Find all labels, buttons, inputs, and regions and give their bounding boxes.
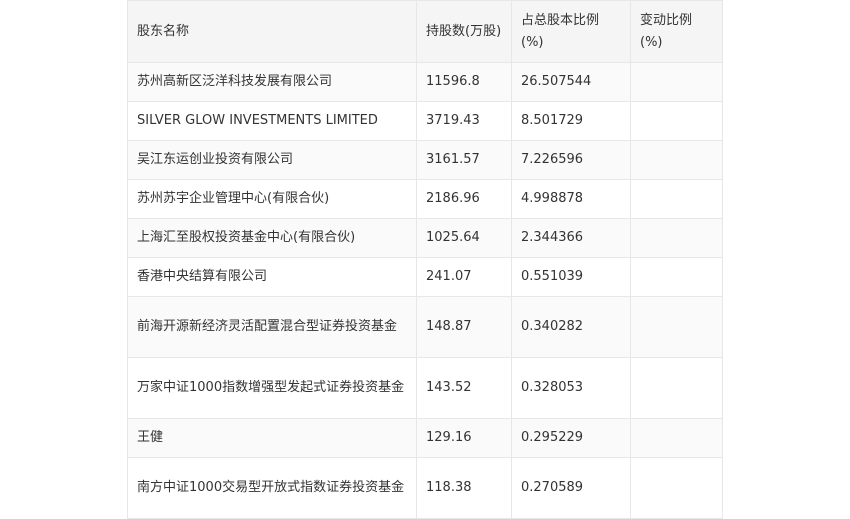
cell-share-ratio: 0.295229 bbox=[511, 418, 631, 458]
cell-share-ratio: 0.551039 bbox=[511, 257, 631, 297]
shareholder-table-container: 股东名称 持股数(万股) 占总股本比例(%) 变动比例(%) 苏州高新区泛洋科技… bbox=[127, 0, 723, 519]
header-shares: 持股数(万股) bbox=[416, 0, 512, 63]
cell-share-ratio: 0.328053 bbox=[511, 357, 631, 419]
cell-shares: 2186.96 bbox=[416, 179, 512, 219]
cell-change-ratio bbox=[630, 357, 723, 419]
cell-share-ratio: 2.344366 bbox=[511, 218, 631, 258]
cell-shareholder-name: 万家中证1000指数增强型发起式证券投资基金 bbox=[127, 357, 417, 419]
cell-shares: 3161.57 bbox=[416, 140, 512, 180]
cell-shares: 1025.64 bbox=[416, 218, 512, 258]
cell-change-ratio bbox=[630, 101, 723, 141]
cell-change-ratio bbox=[630, 418, 723, 458]
cell-shares: 11596.8 bbox=[416, 62, 512, 102]
table-row: 苏州苏宇企业管理中心(有限合伙) 2186.96 4.998878 bbox=[127, 179, 723, 219]
table-row: 万家中证1000指数增强型发起式证券投资基金 143.52 0.328053 bbox=[127, 357, 723, 419]
cell-shareholder-name: 南方中证1000交易型开放式指数证券投资基金 bbox=[127, 457, 417, 519]
cell-shareholder-name: 苏州苏宇企业管理中心(有限合伙) bbox=[127, 179, 417, 219]
cell-share-ratio: 0.270589 bbox=[511, 457, 631, 519]
cell-shares: 143.52 bbox=[416, 357, 512, 419]
header-share-ratio: 占总股本比例(%) bbox=[511, 0, 631, 63]
table-row: 吴江东运创业投资有限公司 3161.57 7.226596 bbox=[127, 140, 723, 180]
cell-change-ratio bbox=[630, 62, 723, 102]
header-row: 股东名称 持股数(万股) 占总股本比例(%) 变动比例(%) bbox=[127, 0, 723, 63]
cell-share-ratio: 8.501729 bbox=[511, 101, 631, 141]
cell-shares: 148.87 bbox=[416, 296, 512, 358]
cell-shareholder-name: 苏州高新区泛洋科技发展有限公司 bbox=[127, 62, 417, 102]
table-row: 香港中央结算有限公司 241.07 0.551039 bbox=[127, 257, 723, 297]
header-change-ratio: 变动比例(%) bbox=[630, 0, 723, 63]
table-row: 王健 129.16 0.295229 bbox=[127, 418, 723, 458]
cell-shares: 241.07 bbox=[416, 257, 512, 297]
cell-shares: 129.16 bbox=[416, 418, 512, 458]
cell-share-ratio: 4.998878 bbox=[511, 179, 631, 219]
cell-shareholder-name: 前海开源新经济灵活配置混合型证券投资基金 bbox=[127, 296, 417, 358]
cell-shareholder-name: 香港中央结算有限公司 bbox=[127, 257, 417, 297]
cell-share-ratio: 7.226596 bbox=[511, 140, 631, 180]
table-row: SILVER GLOW INVESTMENTS LIMITED 3719.43 … bbox=[127, 101, 723, 141]
cell-shares: 3719.43 bbox=[416, 101, 512, 141]
cell-change-ratio bbox=[630, 218, 723, 258]
cell-change-ratio bbox=[630, 179, 723, 219]
table-row: 苏州高新区泛洋科技发展有限公司 11596.8 26.507544 bbox=[127, 62, 723, 102]
table-row: 前海开源新经济灵活配置混合型证券投资基金 148.87 0.340282 bbox=[127, 296, 723, 358]
header-shareholder-name: 股东名称 bbox=[127, 0, 417, 63]
table-body: 苏州高新区泛洋科技发展有限公司 11596.8 26.507544 SILVER… bbox=[127, 62, 723, 519]
cell-shareholder-name: 王健 bbox=[127, 418, 417, 458]
cell-shareholder-name: 上海汇至股权投资基金中心(有限合伙) bbox=[127, 218, 417, 258]
cell-change-ratio bbox=[630, 457, 723, 519]
cell-share-ratio: 26.507544 bbox=[511, 62, 631, 102]
cell-shares: 118.38 bbox=[416, 457, 512, 519]
cell-change-ratio bbox=[630, 257, 723, 297]
cell-shareholder-name: 吴江东运创业投资有限公司 bbox=[127, 140, 417, 180]
cell-share-ratio: 0.340282 bbox=[511, 296, 631, 358]
cell-change-ratio bbox=[630, 296, 723, 358]
cell-change-ratio bbox=[630, 140, 723, 180]
cell-shareholder-name: SILVER GLOW INVESTMENTS LIMITED bbox=[127, 101, 417, 141]
top-shareholders-table: 股东名称 持股数(万股) 占总股本比例(%) 变动比例(%) 苏州高新区泛洋科技… bbox=[127, 0, 723, 519]
table-row: 上海汇至股权投资基金中心(有限合伙) 1025.64 2.344366 bbox=[127, 218, 723, 258]
table-row: 南方中证1000交易型开放式指数证券投资基金 118.38 0.270589 bbox=[127, 457, 723, 519]
table-header: 股东名称 持股数(万股) 占总股本比例(%) 变动比例(%) bbox=[127, 0, 723, 63]
